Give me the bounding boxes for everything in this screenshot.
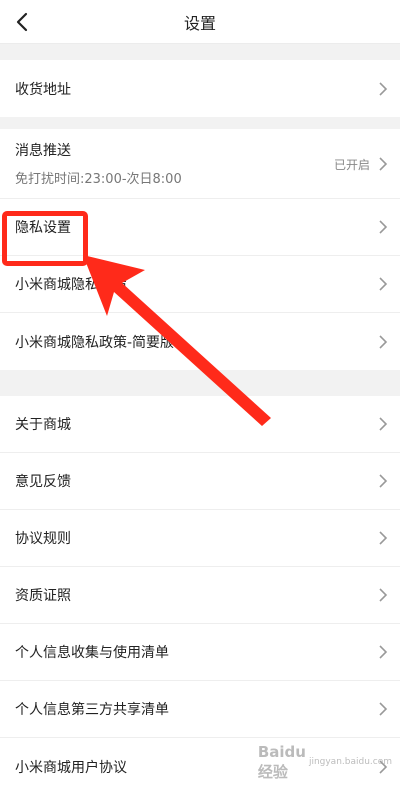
chevron-right-icon (379, 645, 388, 659)
row-label: 关于商城 (15, 417, 71, 433)
row-personal-info-collection[interactable]: 个人信息收集与使用清单 (0, 624, 400, 681)
settings-group-address: 收货地址 (0, 60, 400, 117)
row-label: 资质证照 (15, 588, 71, 604)
top-bar: 设置 (0, 0, 400, 44)
chevron-right-icon (379, 531, 388, 545)
row-label: 小米商城用户协议 (15, 759, 127, 776)
row-about-store[interactable]: 关于商城 (0, 396, 400, 453)
settings-page: 设置 收货地址 消息推送 免打扰时间:23:00-次日8:00 已开启 隐私设置… (0, 0, 400, 786)
chevron-right-icon (379, 588, 388, 602)
do-not-disturb-time: 免打扰时间:23:00-次日8:00 (15, 172, 182, 187)
chevron-right-icon (379, 759, 388, 774)
chevron-right-icon (379, 277, 388, 291)
row-label: 消息推送 (15, 143, 71, 159)
settings-group-privacy: 消息推送 免打扰时间:23:00-次日8:00 已开启 隐私设置 小米商城隐私政… (0, 129, 400, 370)
settings-group-about: 关于商城 意见反馈 协议规则 资质证照 个人信息收集与使用清单 个人信息第三方共… (0, 396, 400, 786)
row-privacy-policy-brief[interactable]: 小米商城隐私政策-简要版 (0, 313, 400, 370)
row-qualification-certificates[interactable]: 资质证照 (0, 567, 400, 624)
row-label: 意见反馈 (15, 474, 71, 490)
row-privacy-policy[interactable]: 小米商城隐私政策 (0, 256, 400, 313)
row-label: 收货地址 (15, 81, 71, 98)
chevron-right-icon (379, 417, 388, 431)
chevron-right-icon (379, 702, 388, 716)
row-label: 协议规则 (15, 531, 71, 547)
row-label: 个人信息第三方共享清单 (15, 702, 169, 718)
row-shipping-address[interactable]: 收货地址 (0, 60, 400, 117)
chevron-right-icon (379, 474, 388, 488)
chevron-left-icon (16, 12, 28, 32)
row-agreement-rules[interactable]: 协议规则 (0, 510, 400, 567)
row-feedback[interactable]: 意见反馈 (0, 453, 400, 510)
chevron-right-icon (379, 334, 388, 349)
back-button[interactable] (4, 4, 40, 40)
row-label: 小米商城隐私政策-简要版 (15, 334, 175, 351)
chevron-right-icon (379, 220, 388, 234)
chevron-right-icon (379, 156, 388, 171)
push-status: 已开启 (333, 157, 370, 172)
row-third-party-sharing[interactable]: 个人信息第三方共享清单 (0, 681, 400, 738)
row-privacy-settings[interactable]: 隐私设置 (0, 199, 400, 256)
row-label: 个人信息收集与使用清单 (15, 645, 169, 661)
page-title: 设置 (183, 13, 216, 33)
row-message-push[interactable]: 消息推送 免打扰时间:23:00-次日8:00 已开启 (0, 129, 400, 199)
row-user-agreement[interactable]: 小米商城用户协议 (0, 738, 400, 786)
row-label: 小米商城隐私政策 (15, 277, 127, 293)
row-label: 隐私设置 (15, 220, 71, 236)
chevron-right-icon (379, 81, 388, 96)
